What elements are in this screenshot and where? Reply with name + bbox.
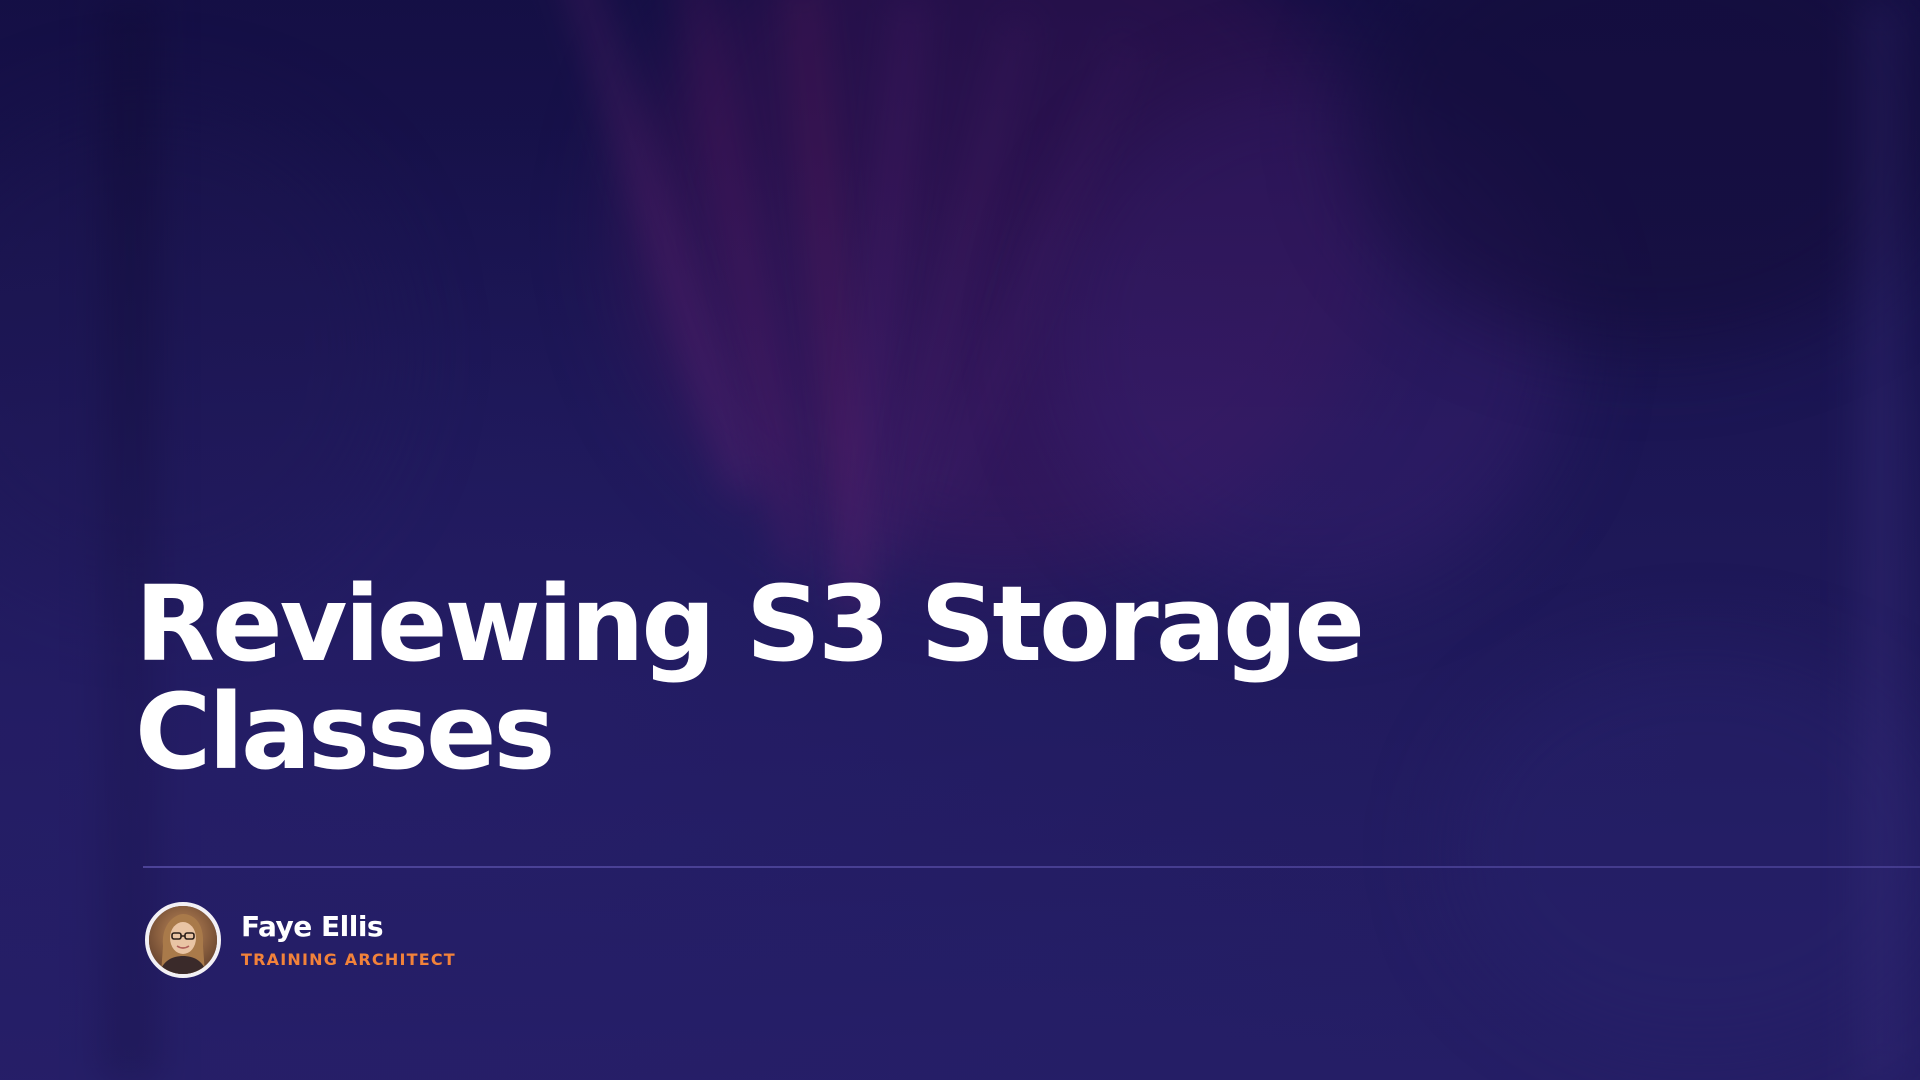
presenter-info: Faye Ellis TRAINING ARCHITECT [241,910,456,970]
presenter-block: Faye Ellis TRAINING ARCHITECT [145,902,456,978]
presenter-name: Faye Ellis [241,910,384,943]
slide-title: Reviewing S3 Storage Classes [135,563,1365,793]
title-slide: Reviewing S3 Storage Classes Faye Ellis … [0,0,1920,1080]
avatar [145,902,221,978]
divider-line [143,866,1920,868]
presenter-role: TRAINING ARCHITECT [241,950,456,969]
presenter-photo-icon [149,906,217,974]
